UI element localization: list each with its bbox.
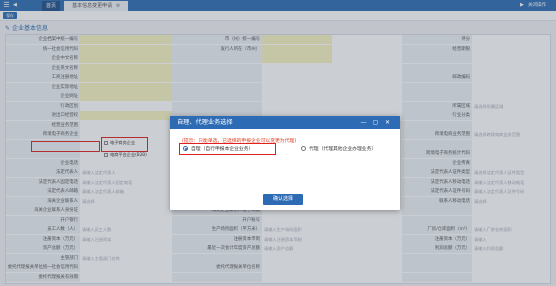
confirm-button[interactable]: 确认选择: [263, 194, 303, 205]
confirm-button-label: 确认选择: [272, 196, 293, 202]
agent-handle-radio[interactable]: [301, 146, 306, 151]
close-icon[interactable]: ✕: [383, 118, 392, 127]
self-handle-radio[interactable]: [183, 146, 188, 151]
self-handle-label: 自理（自行申报本企业业务）: [191, 147, 254, 152]
maximize-icon[interactable]: ▢: [371, 118, 380, 127]
dialog-title: 自理、代理业务选择: [177, 119, 233, 126]
minimize-icon[interactable]: —: [359, 118, 368, 127]
business-type-dialog: 自理、代理业务选择 — ▢ ✕ (提示：只能单选，已选择的申报企业可以变更为代理…: [170, 116, 400, 210]
agent-handle-label: 代理（代理其他企业办理业务）: [309, 147, 377, 152]
dialog-header: 自理、代理业务选择 — ▢ ✕: [170, 116, 400, 129]
